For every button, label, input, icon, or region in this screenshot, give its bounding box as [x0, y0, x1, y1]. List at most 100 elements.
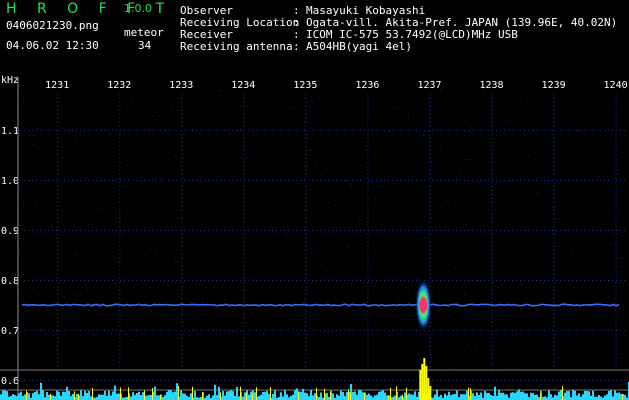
y-tick-label: 0.9: [1, 226, 19, 237]
noise-speck: [34, 143, 36, 145]
y-gridline-dot: [248, 380, 249, 381]
axis-group: kHz 1231 1232 1233 1234 1235 1236 1237 1238 1239 1…: [0, 75, 629, 400]
y-gridline-dot: [364, 130, 365, 131]
noise-speck: [36, 268, 38, 269]
y-gridline-dot: [444, 380, 445, 381]
noise-speck: [529, 142, 531, 144]
histogram-bar: [494, 386, 496, 400]
noise-speck: [172, 110, 174, 112]
noise-speck: [115, 125, 117, 127]
y-gridline-dot: [112, 380, 113, 381]
x-gridline-dot: [181, 314, 183, 315]
noise-speck: [374, 152, 376, 154]
x-gridline-dot: [57, 354, 59, 355]
noise-speck: [20, 365, 22, 367]
noise-speck: [145, 253, 147, 255]
noise-speck: [293, 107, 295, 109]
histogram-peak-bar: [364, 392, 365, 400]
noise-speck: [108, 199, 110, 200]
x-gridline-dot: [367, 270, 369, 271]
x-gridline-dot: [57, 298, 59, 299]
noise-speck: [619, 220, 620, 222]
y-gridline-dot: [548, 230, 549, 231]
noise-speck: [347, 274, 349, 276]
x-gridline-dot: [615, 122, 617, 123]
noise-speck: [541, 260, 543, 262]
y-gridline-dot: [436, 130, 437, 131]
noise-speck: [28, 310, 30, 311]
histogram-bar: [584, 390, 586, 400]
x-gridline-dot: [305, 162, 307, 163]
y-gridline-dot: [248, 330, 249, 331]
y-gridline-dot: [264, 180, 265, 181]
y-gridline-dot: [304, 380, 305, 381]
noise-speck: [619, 266, 621, 268]
histogram-bar: [110, 395, 112, 400]
x-gridline-dot: [553, 366, 555, 367]
x-gridline-dot: [57, 310, 59, 311]
x-gridline-dot: [243, 302, 245, 303]
noise-speck: [191, 117, 193, 119]
histogram-peak-bar: [348, 389, 349, 400]
x-gridline-dot: [615, 206, 617, 207]
noise-speck: [382, 137, 384, 139]
noise-speck: [178, 92, 180, 94]
noise-speck: [464, 351, 466, 353]
x-gridline-dot: [57, 222, 59, 223]
histogram-bar: [140, 395, 142, 400]
histogram-bar: [440, 395, 442, 400]
noise-speck: [156, 184, 158, 186]
x-gridline-dot: [615, 342, 617, 343]
y-gridline-dot: [356, 330, 357, 331]
y-gridline-dot: [484, 130, 485, 131]
noise-speck: [482, 183, 484, 185]
meteor-histogram-bar: [419, 370, 422, 400]
noise-speck: [307, 292, 309, 294]
noise-speck: [254, 147, 256, 149]
noise-speck: [189, 334, 191, 336]
x-gridline-dot: [57, 282, 59, 283]
noise-speck: [121, 344, 123, 346]
y-gridline-dot: [416, 280, 417, 281]
x-gridline-dot: [305, 330, 307, 331]
x-gridline-dot: [367, 274, 369, 275]
y-gridline-dot: [308, 380, 309, 381]
noise-speck: [266, 209, 268, 211]
y-gridline-dot: [88, 330, 89, 331]
noise-speck: [496, 135, 498, 137]
y-gridline-dot: [500, 130, 501, 131]
noise-speck: [535, 136, 537, 138]
noise-speck: [343, 118, 345, 120]
noise-speck: [492, 128, 494, 130]
y-gridline-dot: [156, 230, 157, 231]
noise-speck: [609, 210, 611, 212]
noise-speck: [122, 233, 124, 235]
noise-speck: [32, 289, 34, 291]
x-gridline-dot: [615, 286, 617, 287]
y-gridline-dot: [420, 180, 421, 181]
y-gridline-dot: [24, 380, 25, 381]
noise-speck: [438, 357, 440, 359]
y-gridline-dot: [28, 130, 29, 131]
y-gridline-dot: [532, 180, 533, 181]
y-gridline-dot: [568, 180, 569, 181]
noise-speck: [462, 272, 464, 274]
noise-speck: [117, 248, 118, 250]
noise-speck: [273, 345, 275, 346]
noise-speck: [509, 215, 511, 217]
noise-speck: [585, 295, 587, 297]
noise-speck: [125, 102, 127, 104]
y-gridline-dot: [100, 330, 101, 331]
y-gridline-dot: [32, 130, 33, 131]
noise-speck: [538, 213, 540, 215]
x-gridline-dot: [305, 338, 307, 339]
noise-speck: [76, 266, 78, 268]
noise-speck: [336, 364, 338, 365]
y-gridline-dot: [544, 230, 545, 231]
noise-speck: [490, 348, 492, 350]
noise-speck: [420, 360, 422, 362]
x-gridline-dot: [553, 318, 555, 319]
y-gridline-dot: [352, 130, 353, 131]
y-gridline-dot: [68, 230, 69, 231]
noise-speck: [531, 316, 533, 318]
